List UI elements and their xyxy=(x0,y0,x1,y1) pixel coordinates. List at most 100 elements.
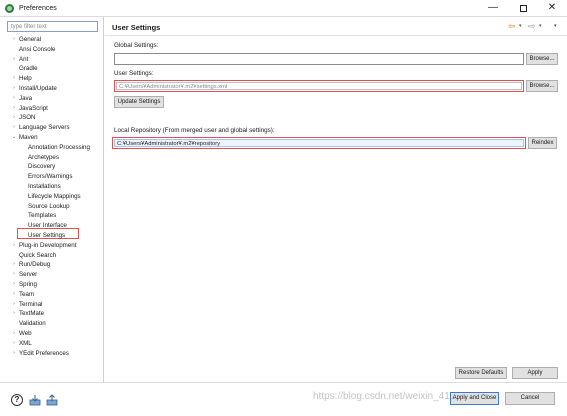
help-icon[interactable]: ? xyxy=(11,394,23,406)
tree-item-label: Maven xyxy=(19,133,38,141)
cancel-button[interactable]: Cancel xyxy=(505,392,555,405)
view-menu-icon[interactable]: ▾ xyxy=(554,23,557,29)
back-arrow-icon[interactable]: ⇦ xyxy=(508,21,516,32)
import-icon[interactable] xyxy=(29,394,41,406)
forward-arrow-icon[interactable]: ⇨ xyxy=(528,21,536,32)
tree-item-label: Annotation Processing xyxy=(28,143,90,151)
tree-item[interactable]: Lifecycle Mappings xyxy=(0,192,104,202)
tree-item[interactable]: Errors/Warnings xyxy=(0,172,104,182)
collapsed-chevron-icon[interactable]: › xyxy=(11,309,17,319)
restore-defaults-button[interactable]: Restore Defaults xyxy=(455,367,507,379)
collapsed-chevron-icon[interactable]: › xyxy=(11,280,17,290)
tree-item[interactable]: User Settings xyxy=(0,231,104,241)
tree-item[interactable]: ⌄ Maven xyxy=(0,133,104,143)
tree-item-label: Java xyxy=(19,94,33,102)
preferences-tree-pane: type filter text › General Ansi Console › An… xyxy=(0,17,104,382)
filter-input[interactable]: type filter text xyxy=(7,21,98,32)
title-bar: Preferences — ✕ xyxy=(0,0,567,17)
tree-item[interactable]: › Team xyxy=(0,290,104,300)
user-settings-field[interactable]: C:¥Users¥Administrator¥.m2¥settings.xml xyxy=(114,80,524,92)
tree-item[interactable]: › XML xyxy=(0,339,104,349)
tree-item-label: User Settings xyxy=(28,231,66,239)
tree-item[interactable]: Discovery xyxy=(0,162,104,172)
collapsed-chevron-icon[interactable]: › xyxy=(11,329,17,339)
tree-item-label: Templates xyxy=(28,212,57,220)
user-browse-button[interactable]: Browse... xyxy=(526,80,558,92)
tree-item-label: Lifecycle Mappings xyxy=(28,192,81,200)
tree-item[interactable]: Gradle xyxy=(0,64,104,74)
tree-item[interactable]: Source Lookup xyxy=(0,202,104,212)
tree-item[interactable]: Templates xyxy=(0,211,104,221)
dialog-footer: ? Apply and Close Cancel xyxy=(0,382,567,416)
tree-item-label: Quick Search xyxy=(19,251,57,259)
collapsed-chevron-icon[interactable]: › xyxy=(11,74,17,84)
tree-item-label: Help xyxy=(19,75,32,83)
tree-item-label: Validation xyxy=(19,320,46,328)
collapsed-chevron-icon[interactable]: › xyxy=(11,260,17,270)
collapsed-chevron-icon[interactable]: › xyxy=(11,104,17,114)
forward-dropdown-icon[interactable]: ▾ xyxy=(539,23,542,29)
maximize-button[interactable] xyxy=(508,1,538,16)
global-browse-button[interactable]: Browse... xyxy=(526,53,558,65)
page-title: User Settings xyxy=(112,23,161,32)
reindex-button[interactable]: Reindex xyxy=(528,137,557,149)
tree-item[interactable]: › Ant xyxy=(0,55,104,65)
minimize-button[interactable]: — xyxy=(478,1,508,16)
tree-item-label: Ansi Console xyxy=(19,45,56,53)
tree-item[interactable]: › Java xyxy=(0,94,104,104)
tree-item[interactable]: › Run/Debug xyxy=(0,260,104,270)
tree-item[interactable]: Ansi Console xyxy=(0,45,104,55)
export-icon[interactable] xyxy=(46,394,58,406)
tree-item[interactable]: › JavaScript xyxy=(0,104,104,114)
eclipse-app-icon xyxy=(5,4,14,13)
tree-item[interactable]: › Language Servers xyxy=(0,123,104,133)
tree-item[interactable]: › Install/Update xyxy=(0,84,104,94)
collapsed-chevron-icon[interactable]: › xyxy=(11,55,17,65)
tree-item[interactable]: › Terminal xyxy=(0,300,104,310)
tree-item-label: XML xyxy=(19,339,32,347)
global-settings-field[interactable] xyxy=(114,53,524,65)
page-header: User Settings ⇦ ▾ ⇨ ▾ ▾ xyxy=(105,17,567,36)
collapsed-chevron-icon[interactable]: › xyxy=(11,290,17,300)
tree-item[interactable]: › TextMate xyxy=(0,309,104,319)
tree-item[interactable]: Installations xyxy=(0,182,104,192)
collapsed-chevron-icon[interactable]: › xyxy=(11,94,17,104)
tree-item-label: TextMate xyxy=(19,310,45,318)
collapsed-chevron-icon[interactable]: › xyxy=(11,123,17,133)
tree-item[interactable]: Archetypes xyxy=(0,153,104,163)
tree-item-label: Errors/Warnings xyxy=(28,173,73,181)
tree-item[interactable]: › General xyxy=(0,35,104,45)
tree-item-label: JavaScript xyxy=(19,104,48,112)
local-repository-field[interactable]: C:¥Users¥Administrator¥.m2¥repository xyxy=(112,137,526,149)
tree-item[interactable]: › Server xyxy=(0,270,104,280)
collapsed-chevron-icon[interactable]: › xyxy=(11,84,17,94)
tree-item[interactable]: › JSON xyxy=(0,113,104,123)
tree-item[interactable]: › YEdit Preferences xyxy=(0,349,104,359)
settings-page: User Settings ⇦ ▾ ⇨ ▾ ▾ Global Settings:… xyxy=(105,17,567,382)
tree-item-label: Install/Update xyxy=(19,84,57,92)
update-settings-button[interactable]: Update Settings xyxy=(114,96,164,108)
close-button[interactable]: ✕ xyxy=(537,1,567,16)
preferences-tree: › General Ansi Console › Ant Gradle › Help › Inst… xyxy=(0,35,104,358)
tree-item[interactable]: Quick Search xyxy=(0,251,104,261)
expanded-chevron-icon[interactable]: ⌄ xyxy=(11,133,17,143)
tree-item[interactable]: Validation xyxy=(0,319,104,329)
collapsed-chevron-icon[interactable]: › xyxy=(11,300,17,310)
tree-item[interactable]: User Interface xyxy=(0,221,104,231)
tree-item-label: Gradle xyxy=(19,65,38,73)
collapsed-chevron-icon[interactable]: › xyxy=(11,241,17,251)
tree-item[interactable]: › Help xyxy=(0,74,104,84)
tree-item[interactable]: › Spring xyxy=(0,280,104,290)
collapsed-chevron-icon[interactable]: › xyxy=(11,113,17,123)
collapsed-chevron-icon[interactable]: › xyxy=(11,35,17,45)
collapsed-chevron-icon[interactable]: › xyxy=(11,339,17,349)
tree-item[interactable]: › Plug-in Development xyxy=(0,241,104,251)
back-dropdown-icon[interactable]: ▾ xyxy=(519,23,522,29)
apply-button[interactable]: Apply xyxy=(512,367,558,379)
collapsed-chevron-icon[interactable]: › xyxy=(11,270,17,280)
tree-item[interactable]: Annotation Processing xyxy=(0,143,104,153)
tree-item-label: Ant xyxy=(19,55,29,63)
collapsed-chevron-icon[interactable]: › xyxy=(11,349,17,359)
tree-item-label: Archetypes xyxy=(28,153,59,161)
tree-item[interactable]: › Web xyxy=(0,329,104,339)
